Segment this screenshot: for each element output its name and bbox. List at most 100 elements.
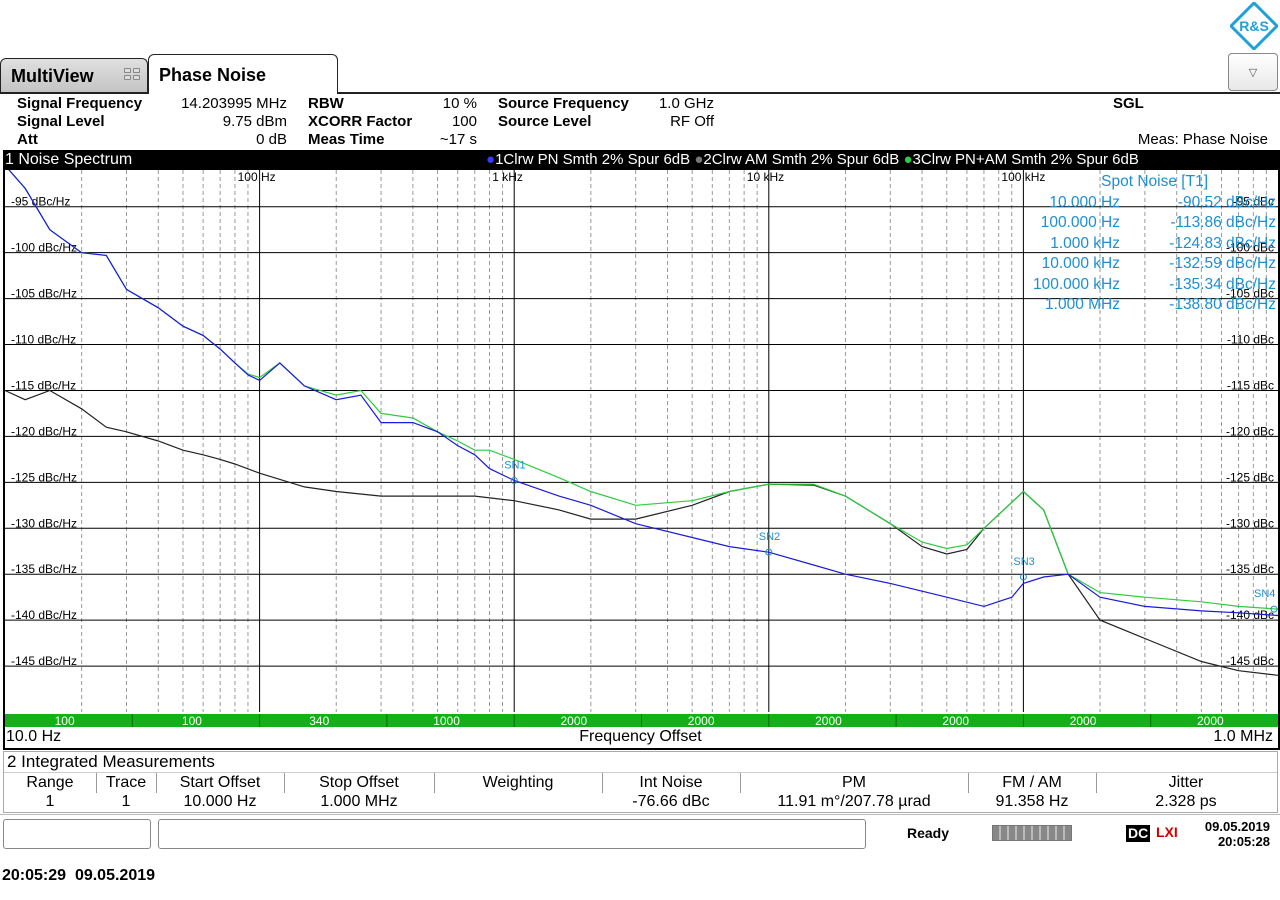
x-tick-label: 100 Hz: [238, 170, 276, 184]
y-tick-label-left: -135 dBc/Hz: [11, 562, 77, 576]
spot-noise-value: -90.52 dBc/Hz: [1177, 193, 1276, 211]
y-tick-label-left: -115 dBc/Hz: [11, 378, 76, 392]
band-label: 2000: [815, 714, 842, 728]
trace1-legend[interactable]: 1Clrw PN Smth 2% Spur 6dB: [495, 151, 690, 168]
y-tick-label-right: -115 dBc: [1227, 378, 1274, 392]
y-tick-label-left: -120 dBc/Hz: [11, 424, 77, 438]
status-time: 20:05:28: [1217, 834, 1270, 849]
tab-multiview-label: MultiView: [11, 66, 94, 86]
marker-label: SN3: [1013, 556, 1034, 568]
rbw-label: RBW: [308, 95, 344, 112]
integrated-measurements-title: 2 Integrated Measurements: [4, 752, 1277, 773]
status-info-box[interactable]: [158, 819, 866, 849]
tab-phase-noise[interactable]: Phase Noise: [148, 54, 338, 94]
status-date: 09.05.2019: [1204, 819, 1270, 834]
source-frequency-value: 1.0 GHz: [658, 95, 714, 112]
meas-time-label: Meas Time: [308, 131, 385, 148]
im-cell: 11.91 m°/207.78 µrad: [777, 793, 931, 810]
signal-level-value: 9.75 dBm: [222, 113, 287, 130]
band-label: 340: [309, 714, 329, 728]
y-tick-label-right: -125 dBc: [1226, 470, 1274, 484]
att-value: 0 dB: [256, 131, 287, 148]
im-header: PM: [842, 774, 866, 791]
xcorr-label: XCORR Factor: [308, 113, 413, 130]
y-tick-label-right: -130 dBc: [1226, 516, 1274, 530]
marker-label: SN1: [504, 460, 525, 472]
lxi-icon: LXI: [1156, 824, 1178, 840]
band-label: 2000: [942, 714, 969, 728]
y-tick-label-left: -105 dBc/Hz: [11, 287, 77, 301]
spot-noise-offset: 100.000 kHz: [1032, 275, 1120, 293]
im-cell: 1: [121, 793, 131, 810]
band-label: 2000: [1070, 714, 1097, 728]
spot-noise-value: -124.83 dBc/Hz: [1169, 234, 1276, 252]
band-label: 1000: [433, 714, 460, 728]
diagram-title: 1 Noise Spectrum: [5, 151, 133, 168]
rbw-value: 10 %: [442, 95, 477, 112]
spot-noise-value: -132.59 dBc/Hz: [1169, 255, 1276, 272]
tab-phase-noise-label: Phase Noise: [159, 65, 267, 85]
xcorr-value: 100: [451, 113, 477, 130]
spot-noise-offset: 10.000 Hz: [1049, 193, 1120, 211]
spot-noise-table: Spot Noise [T1] 10.000 Hz -90.52 dBc/Hz 1…: [1000, 172, 1278, 316]
spot-noise-title: Spot Noise [T1]: [1101, 173, 1208, 190]
y-tick-label-right: -135 dBc: [1226, 562, 1274, 576]
signal-frequency-value: 14.203995 MHz: [181, 95, 287, 112]
freq-axis-label: Frequency Offset: [579, 728, 702, 745]
chevron-down-icon[interactable]: ▽: [1228, 53, 1278, 91]
band-label: 2000: [1197, 714, 1224, 728]
freq-stop: 1.0 MHz: [1213, 728, 1273, 745]
status-ready: Ready: [907, 825, 950, 841]
dc-label: DC: [1126, 825, 1151, 842]
im-header: FM / AM: [1002, 774, 1062, 791]
att-label: Att: [17, 131, 38, 148]
y-tick-label-left: -140 dBc/Hz: [11, 608, 77, 622]
marker-label: SN4: [1254, 588, 1275, 600]
band-label: 2000: [560, 714, 587, 728]
im-cell: -76.66 dBc: [632, 793, 710, 810]
im-header: Int Noise: [639, 774, 703, 791]
signal-level-label: Signal Level: [17, 113, 105, 130]
source-level-label: Source Level: [498, 113, 592, 130]
spot-noise-value: -135.34 dBc/Hz: [1169, 275, 1276, 293]
progress-bar: [992, 825, 1072, 841]
status-bar: Ready DC LXI 09.05.2019 20:05:28: [0, 814, 1280, 854]
trace-legend: ●1Clrw PN Smth 2% Spur 6dB ●2Clrw AM Smt…: [486, 151, 1139, 168]
y-tick-label-right: -110 dBc: [1227, 333, 1274, 347]
y-tick-label-left: -125 dBc/Hz: [11, 470, 77, 484]
source-frequency-label: Source Frequency: [498, 95, 629, 112]
sgl-indicator: SGL: [1113, 95, 1144, 112]
multiview-grid-icon: [124, 68, 142, 82]
svg-text:R&S: R&S: [1239, 18, 1269, 34]
status-message-box[interactable]: [3, 819, 151, 849]
y-tick-label-left: -145 dBc/Hz: [11, 654, 77, 668]
diagram-title-bar: 1 Noise Spectrum ●1Clrw PN Smth 2% Spur …: [3, 150, 1278, 170]
x-tick-label: 1 kHz: [492, 170, 523, 184]
spot-noise-offset: 10.000 kHz: [1041, 255, 1120, 272]
tab-multiview[interactable]: MultiView: [0, 58, 148, 92]
im-cell: 1: [45, 793, 55, 810]
im-header: Range: [26, 774, 74, 791]
band-label: 100: [55, 714, 75, 728]
trace2-legend[interactable]: 2Clrw AM Smth 2% Spur 6dB: [703, 151, 899, 168]
im-header: Trace: [105, 774, 147, 791]
im-cell: 10.000 Hz: [183, 793, 257, 810]
spot-noise-offset: 1.000 kHz: [1050, 234, 1120, 252]
y-tick-label-left: -110 dBc/Hz: [11, 333, 76, 347]
y-tick-label-right: -145 dBc: [1226, 654, 1274, 668]
footer-timestamp: 20:05:29 09.05.2019: [2, 867, 156, 884]
spot-noise-value: -138.80 dBc/Hz: [1169, 296, 1276, 313]
im-cell: 91.358 Hz: [995, 793, 1069, 810]
x-tick-label: 10 kHz: [747, 170, 784, 184]
spot-noise-value: -113.86 dBc/Hz: [1170, 214, 1276, 231]
im-cell: 2.328 ps: [1155, 793, 1217, 810]
band-label: 100: [182, 714, 202, 728]
trace3-legend[interactable]: 3Clrw PN+AM Smth 2% Spur 6dB: [913, 151, 1139, 168]
im-header: Stop Offset: [319, 774, 399, 791]
band-label: 2000: [688, 714, 715, 728]
meas-time-value: ~17 s: [439, 131, 477, 148]
y-tick-label-left: -130 dBc/Hz: [11, 516, 77, 530]
im-header: Jitter: [1168, 774, 1204, 791]
frequency-axis-footer: 10.0 Hz Frequency Offset 1.0 MHz: [3, 727, 1278, 747]
integrated-measurements-panel: 2 Integrated Measurements Range Trace St…: [3, 751, 1278, 813]
